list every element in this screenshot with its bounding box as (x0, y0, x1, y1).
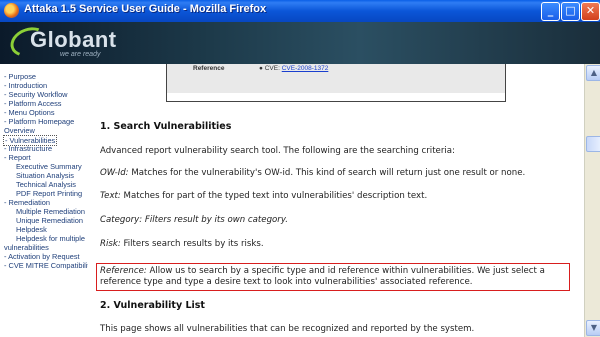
reference-value: ● CVE: CVE-2008-1372 (259, 65, 329, 72)
minimize-button[interactable]: _ (541, 2, 560, 21)
criterion-category: Category: Filters result by its own cate… (100, 215, 288, 225)
nav-item-menu-options[interactable]: - Menu Options (4, 108, 55, 117)
logo-tagline: we are ready (60, 51, 101, 58)
section-title-list: 2. Vulnerability List (100, 300, 205, 311)
nav-item-introduction[interactable]: - Introduction (4, 81, 47, 90)
vertical-scrollbar[interactable]: ▲ ▼ (584, 64, 600, 337)
nav-item-activation-by-request[interactable]: - Activation by Request (4, 252, 80, 261)
logo: Globant (30, 27, 117, 52)
reference-label: Reference (193, 65, 225, 72)
nav-item-unique-remediation[interactable]: Unique Remediation (16, 216, 83, 225)
criterion-text: Text: Matches for part of the typed text… (100, 191, 427, 201)
criterion-owid-term: OW-Id: (100, 168, 129, 178)
section2-text: This page shows all vulnerabilities that… (100, 324, 475, 334)
criterion-reference-term: Reference: (100, 266, 147, 276)
window-titlebar: Attaka 1.5 Service User Guide - Mozilla … (0, 0, 600, 23)
cve-link[interactable]: CVE-2008-1372 (282, 65, 329, 72)
criterion-risk-text: Filters search results by its risks. (120, 239, 264, 249)
nav-item-situation-analysis[interactable]: Situation Analysis (16, 171, 74, 180)
criterion-risk: Risk: Filters search results by its risk… (100, 239, 264, 249)
scroll-up-icon[interactable]: ▲ (586, 65, 600, 81)
main-content: Reference ● CVE: CVE-2008-1372 1. Search… (88, 64, 584, 337)
nav-item-report[interactable]: - Report (4, 153, 31, 162)
close-button[interactable]: ✕ (581, 2, 600, 21)
nav-item-multiple-remediation[interactable]: Multiple Remediation (16, 207, 85, 216)
firefox-icon (4, 3, 19, 18)
nav-item-infrastructure[interactable]: - Infrastructure (4, 144, 52, 153)
criterion-risk-term: Risk: (100, 239, 121, 249)
criterion-text-text: Matches for part of the typed text into … (120, 191, 428, 201)
embedded-screenshot-panel: Reference ● CVE: CVE-2008-1372 (167, 64, 505, 93)
sidebar-nav: - Purpose - Introduction - Security Work… (0, 64, 93, 337)
nav-item-purpose[interactable]: - Purpose (4, 72, 36, 81)
nav-item-helpdesk-multiple-cont[interactable]: vulnerabilities (4, 243, 49, 252)
criterion-reference-line1: Reference: Allow us to search by a speci… (100, 266, 545, 276)
criterion-reference-text1: Allow us to search by a specific type an… (146, 266, 545, 276)
scroll-down-icon[interactable]: ▼ (586, 320, 600, 336)
nav-item-pdf-report-printing[interactable]: PDF Report Printing (16, 189, 82, 198)
criterion-category-term: Category: Filters result by its own cate… (100, 215, 288, 225)
nav-item-technical-analysis[interactable]: Technical Analysis (16, 180, 76, 189)
embedded-screenshot: Reference ● CVE: CVE-2008-1372 (166, 64, 506, 102)
header-banner: Globant we are ready (0, 22, 600, 64)
nav-item-platform-homepage-overview[interactable]: Overview (4, 126, 35, 135)
nav-item-cve-mitre[interactable]: - CVE MITRE Compatibility (4, 261, 93, 270)
criterion-reference-line2: reference type and type a desire text to… (100, 277, 473, 287)
intro-text: Advanced report vulnerability search too… (100, 146, 455, 156)
maximize-button[interactable]: □ (561, 2, 580, 21)
section-title-search: 1. Search Vulnerabilities (100, 121, 232, 132)
nav-item-executive-summary[interactable]: Executive Summary (16, 162, 82, 171)
nav-item-security-workflow[interactable]: - Security Workflow (4, 90, 68, 99)
nav-item-helpdesk[interactable]: Helpdesk (16, 225, 47, 234)
criterion-owid-text: Matches for the vulnerability's OW-id. T… (128, 168, 526, 178)
criterion-text-term: Text: (100, 191, 121, 201)
scroll-thumb[interactable] (586, 136, 600, 152)
nav-item-platform-homepage[interactable]: - Platform Homepage (4, 117, 74, 126)
criterion-owid: OW-Id: Matches for the vulnerability's O… (100, 168, 525, 178)
nav-item-helpdesk-multiple[interactable]: Helpdesk for multiple (16, 234, 85, 243)
nav-item-platform-access[interactable]: - Platform Access (4, 99, 62, 108)
cve-prefix: CVE: (264, 65, 280, 72)
window-title: Attaka 1.5 Service User Guide - Mozilla … (24, 3, 267, 15)
nav-item-remediation[interactable]: - Remediation (4, 198, 50, 207)
